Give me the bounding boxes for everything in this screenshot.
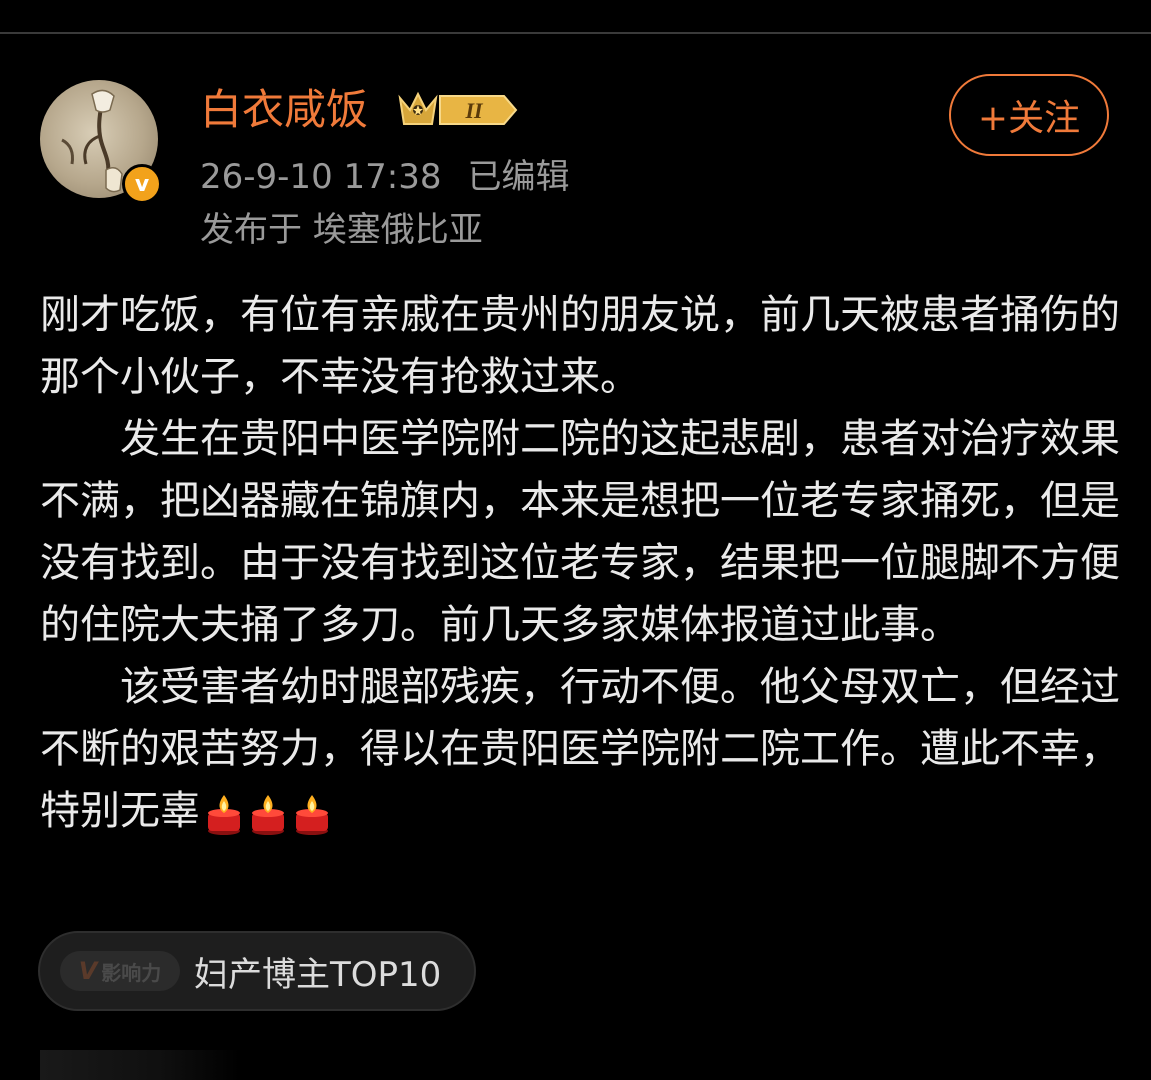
influence-v-icon: V	[78, 957, 98, 985]
post-timestamp: 26-9-10 17:38	[200, 157, 442, 197]
level-badge-text: II	[464, 98, 484, 123]
candle-icon	[252, 795, 284, 835]
level-crown-badge-icon[interactable]: II	[396, 88, 520, 132]
post-body: 刚才吃饭，有位有亲戚在贵州的朋友说，前几天被患者捅伤的那个小伙子，不幸没有抢救过…	[40, 284, 1120, 842]
post-paragraph: 刚才吃饭，有位有亲戚在贵州的朋友说，前几天被患者捅伤的那个小伙子，不幸没有抢救过…	[40, 292, 1120, 400]
post-location: 发布于 埃塞俄比亚	[200, 210, 483, 250]
edited-label[interactable]: 已编辑	[468, 157, 570, 197]
influence-badge-label: 影响力	[101, 960, 162, 985]
post-paragraph: 该受害者幼时腿部残疾，行动不便。他父母双亡，但经过不断的艰苦努力，得以在贵阳医学…	[40, 656, 1120, 842]
verified-badge-icon: v	[122, 164, 162, 204]
influence-badge: V 影响力	[60, 951, 180, 991]
candle-icon	[208, 795, 240, 835]
follow-button[interactable]: +关注	[949, 74, 1109, 156]
post-meta-time: 26-9-10 17:38 已编辑	[200, 155, 570, 199]
top-divider	[0, 32, 1151, 34]
author-name[interactable]: 白衣咸饭	[200, 82, 368, 138]
influence-tag-text: 妇产博主TOP10	[194, 954, 442, 995]
influence-tag[interactable]: V 影响力 妇产博主TOP10	[38, 931, 476, 1011]
post-paragraph: 发生在贵阳中医学院附二院的这起悲剧，患者对治疗效果不满，把凶器藏在锦旗内，本来是…	[40, 416, 1120, 648]
post-paragraph-text: 该受害者幼时腿部残疾，行动不便。他父母双亡，但经过不断的艰苦努力，得以在贵阳医学…	[40, 664, 1120, 834]
candle-icon	[296, 795, 328, 835]
cut-off-content	[40, 1050, 240, 1080]
author-avatar[interactable]: v	[40, 80, 162, 204]
candle-emoji-group	[204, 791, 332, 835]
